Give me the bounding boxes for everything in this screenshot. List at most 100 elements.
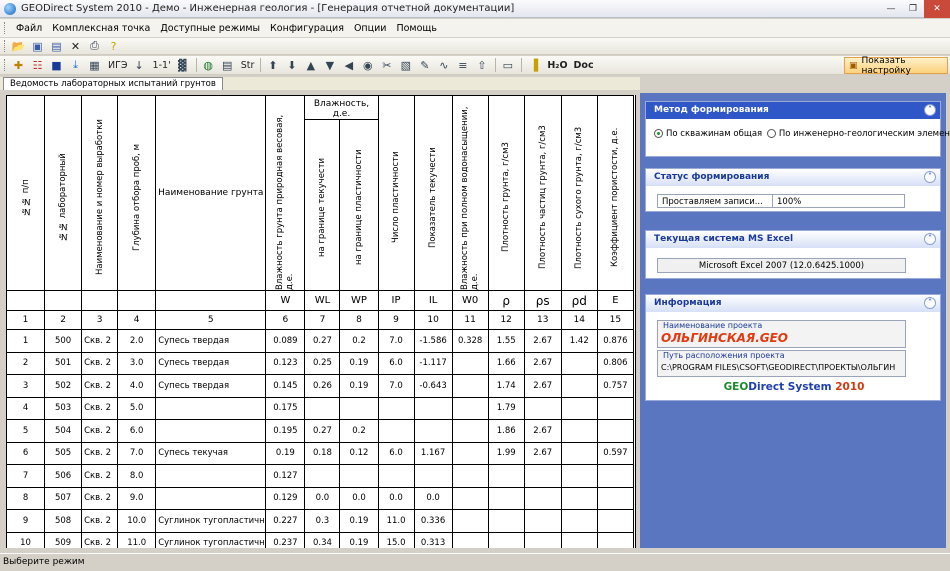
doc-button[interactable]: Doc bbox=[571, 60, 597, 71]
pencil-icon[interactable]: ✎ bbox=[416, 57, 433, 73]
radio-by-boreholes[interactable]: По скважинам общая bbox=[654, 129, 762, 139]
save-icon[interactable]: ▣ bbox=[29, 38, 46, 54]
minimize-button[interactable]: — bbox=[880, 0, 902, 18]
eye-icon[interactable]: ◉ bbox=[359, 57, 376, 73]
save-all-icon[interactable]: ▤ bbox=[48, 38, 65, 54]
download-icon[interactable]: ⤓ bbox=[67, 57, 84, 73]
menu-file[interactable]: Файл bbox=[11, 23, 47, 34]
str-button[interactable]: Str bbox=[238, 60, 258, 71]
arrow-left-icon[interactable]: ◀ bbox=[340, 57, 357, 73]
grid-icon[interactable]: ☷ bbox=[29, 57, 46, 73]
print-icon[interactable]: ⎙ bbox=[86, 38, 103, 54]
ige-button[interactable]: ИГЭ bbox=[105, 60, 131, 71]
column-number-cell: 7 bbox=[304, 310, 341, 330]
clip-icon[interactable]: ✂ bbox=[378, 57, 395, 73]
map-icon[interactable]: ▤ bbox=[219, 57, 236, 73]
close-button[interactable]: ✕ bbox=[924, 0, 950, 18]
ruler-icon[interactable]: ▐ bbox=[525, 57, 542, 73]
table-cell: 5 bbox=[6, 419, 46, 443]
table-icon[interactable]: ▦ bbox=[86, 57, 103, 73]
upload-icon[interactable]: ⇧ bbox=[473, 57, 490, 73]
table-cell bbox=[523, 509, 562, 533]
restore-button[interactable]: ❐ bbox=[902, 0, 924, 18]
table-cell bbox=[560, 374, 598, 398]
table-cell: Скв. 2 bbox=[81, 531, 119, 548]
menu-options[interactable]: Опции bbox=[349, 23, 392, 34]
info-header[interactable]: Информация ˄ bbox=[646, 295, 940, 312]
table-cell bbox=[560, 464, 598, 488]
triangle-down-icon[interactable]: ▼ bbox=[321, 57, 338, 73]
globe-icon[interactable]: ◍ bbox=[200, 57, 217, 73]
add-row-icon[interactable]: ✚ bbox=[10, 57, 27, 73]
table-cell: 0.0 bbox=[377, 486, 415, 510]
table-cell bbox=[451, 419, 489, 443]
collapse-chevron-icon[interactable]: ˄ bbox=[924, 233, 936, 245]
table-cell: -0.643 bbox=[413, 374, 453, 398]
stack-icon[interactable]: ≡ bbox=[454, 57, 471, 73]
status-header[interactable]: Статус формирования ˄ bbox=[646, 169, 940, 186]
table-cell bbox=[523, 486, 562, 510]
edit-box-icon[interactable]: ▭ bbox=[499, 57, 516, 73]
table-cell: 9 bbox=[6, 509, 46, 533]
table-row[interactable]: 9 508 Скв. 2 10.0 Суглинок тугопластичный 0.2… bbox=[6, 509, 635, 533]
menu-configuration[interactable]: Конфигурация bbox=[265, 23, 349, 34]
table-cell bbox=[155, 464, 267, 488]
table-row[interactable]: 6 505 Скв. 2 7.0 Супесь текучая 0.19 0.18 0.12 6… bbox=[6, 441, 635, 465]
table-row[interactable]: 7 506 Скв. 2 8.0 0.127 bbox=[6, 464, 635, 488]
collapse-chevron-icon[interactable]: ˄ bbox=[924, 297, 936, 309]
move-down-icon[interactable]: ⬇ bbox=[283, 57, 300, 73]
table-cell: 11.0 bbox=[117, 531, 157, 548]
excel-header[interactable]: Текущая система MS Excel ˄ bbox=[646, 231, 940, 248]
h2o-button[interactable]: H₂O bbox=[544, 60, 570, 71]
table-row[interactable]: 3 502 Скв. 2 4.0 Супесь твердая 0.145 0.26 0.19… bbox=[6, 374, 635, 398]
table-cell: 509 bbox=[44, 531, 83, 548]
symbol-cell: E bbox=[596, 290, 635, 311]
square-icon[interactable]: ■ bbox=[48, 57, 65, 73]
table-cell: 502 bbox=[44, 374, 83, 398]
tab-lab-tests[interactable]: Ведомость лабораторных испытаний грунтов bbox=[3, 77, 223, 90]
table-cell: Скв. 2 bbox=[81, 374, 119, 398]
collapse-chevron-icon[interactable]: ˄ bbox=[924, 171, 936, 183]
project-name-label: Наименование проекта bbox=[663, 321, 763, 330]
table-cell: 0.19 bbox=[339, 351, 379, 375]
table-cell: 0.127 bbox=[265, 464, 306, 488]
table-cell bbox=[560, 351, 598, 375]
table-row[interactable]: 10 509 Скв. 2 11.0 Суглинок тугопластичный 0.… bbox=[6, 531, 635, 548]
menu-help[interactable]: Помощь bbox=[391, 23, 441, 34]
arrow-down-icon[interactable]: ↓ bbox=[131, 57, 148, 73]
radio-by-elements[interactable]: По инженерно-геологическим элементам bbox=[766, 129, 950, 139]
radio-unchecked-icon bbox=[766, 129, 776, 138]
table-cell: 0.0 bbox=[339, 486, 379, 510]
help-icon[interactable]: ? bbox=[105, 38, 122, 54]
col-header-num: №№ п/п bbox=[6, 95, 46, 291]
collapse-chevron-icon[interactable]: ˄ bbox=[924, 104, 936, 116]
open-folder-icon[interactable]: 📂 bbox=[10, 38, 27, 54]
info-box: Информация ˄ Наименование проекта ОЛЬГИНС… bbox=[645, 294, 941, 401]
show-settings-label: Показать настройку bbox=[861, 55, 911, 76]
table-row[interactable]: 1 500 Скв. 2 2.0 Супесь твердая 0.089 0.27 0.2 7… bbox=[6, 329, 635, 353]
status-title: Статус формирования bbox=[654, 172, 770, 182]
table-cell: 508 bbox=[44, 509, 83, 533]
curve-icon[interactable]: ∿ bbox=[435, 57, 452, 73]
symbol-cell: ρs bbox=[523, 290, 562, 311]
barcode-icon[interactable]: ▓ bbox=[174, 57, 191, 73]
table-row[interactable]: 5 504 Скв. 2 6.0 0.195 0.27 0.2 1.86 2.67 bbox=[6, 419, 635, 443]
move-up-icon[interactable]: ⬆ bbox=[264, 57, 281, 73]
table-cell: 5.0 bbox=[117, 396, 157, 420]
menu-complex-point[interactable]: Комплексная точка bbox=[47, 23, 155, 34]
table-row[interactable]: 2 501 Скв. 2 3.0 Супесь твердая 0.123 0.25 0.19… bbox=[6, 351, 635, 375]
table-edit-icon[interactable]: ▧ bbox=[397, 57, 414, 73]
section-button[interactable]: 1-1' bbox=[150, 60, 174, 71]
triangle-up-icon[interactable]: ▲ bbox=[302, 57, 319, 73]
table-row[interactable]: 4 503 Скв. 2 5.0 0.175 1.79 bbox=[6, 396, 635, 420]
show-settings-button[interactable]: ▣ Показать настройку bbox=[844, 55, 948, 76]
table-row[interactable]: 8 507 Скв. 2 9.0 0.129 0.0 0.0 0.0 0.0 bbox=[6, 486, 635, 510]
symbol-row: W WL WP IP IL W0 ρ ρs ρd E bbox=[6, 290, 635, 311]
table-cell: 2.67 bbox=[523, 351, 562, 375]
table-cell bbox=[451, 531, 489, 548]
menu-available-modes[interactable]: Доступные режимы bbox=[155, 23, 265, 34]
radio-label-elements: По инженерно-геологическим элементам bbox=[778, 129, 950, 139]
delete-icon[interactable]: ✕ bbox=[67, 38, 84, 54]
method-box: Метод формирования ˄ По скважинам общая П… bbox=[645, 101, 950, 157]
method-header[interactable]: Метод формирования ˄ bbox=[646, 102, 940, 119]
